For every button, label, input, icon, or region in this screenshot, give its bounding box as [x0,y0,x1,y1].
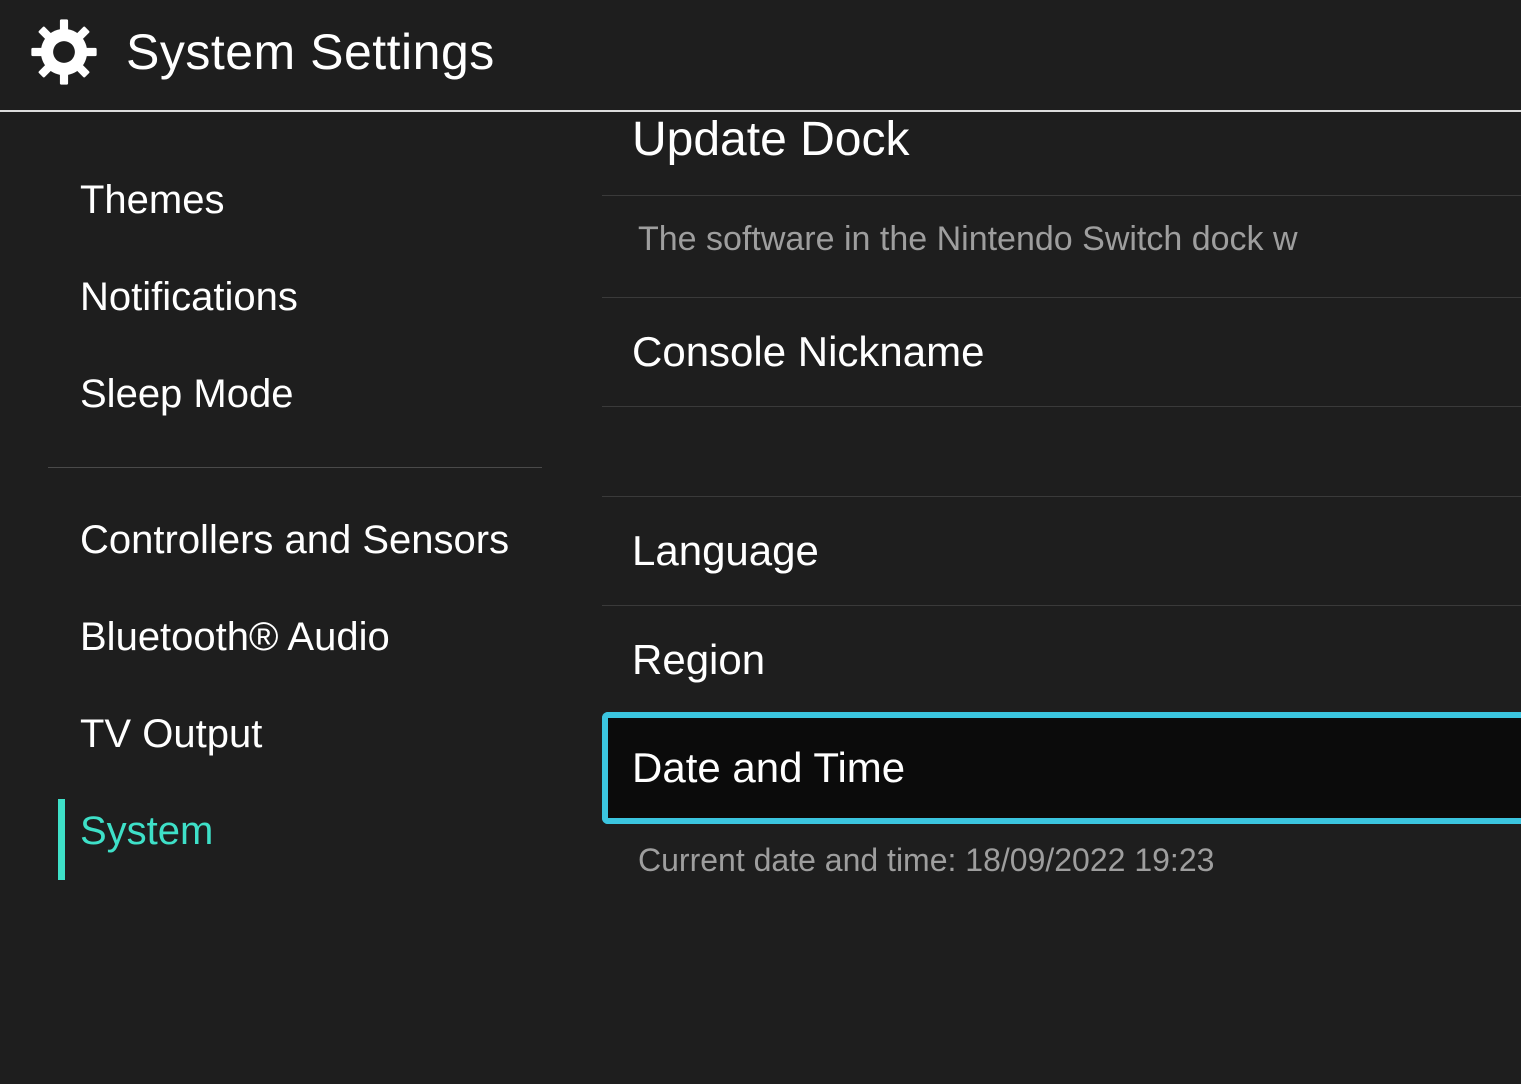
page-title: System Settings [126,23,495,81]
option-language[interactable]: Language [602,497,1521,606]
sidebar-item-themes[interactable]: Themes [0,152,590,249]
sidebar-item-notifications[interactable]: Notifications [0,249,590,346]
option-region[interactable]: Region [602,606,1521,714]
sidebar-item-controllers-sensors[interactable]: Controllers and Sensors [0,492,590,589]
sidebar-item-bluetooth-audio[interactable]: Bluetooth® Audio [0,589,590,686]
option-console-nickname[interactable]: Console Nickname [602,298,1521,407]
sidebar-item-system[interactable]: System [0,783,590,880]
option-date-and-time[interactable]: Date and Time [602,712,1521,824]
gear-icon [30,18,98,86]
option-update-dock-desc: The software in the Nintendo Switch dock… [602,196,1521,298]
option-date-and-time-sub: Current date and time: 18/09/2022 19:23 [602,824,1521,879]
sidebar: Themes Notifications Sleep Mode Controll… [0,112,590,1084]
sidebar-item-tv-output[interactable]: TV Output [0,686,590,783]
spacer [602,407,1521,497]
header: System Settings [0,0,1521,112]
content: Themes Notifications Sleep Mode Controll… [0,112,1521,1084]
sidebar-divider [48,467,542,468]
main-panel: Update Dock The software in the Nintendo… [590,112,1521,1084]
option-update-dock[interactable]: Update Dock [602,112,1521,196]
sidebar-item-sleep-mode[interactable]: Sleep Mode [0,346,590,443]
